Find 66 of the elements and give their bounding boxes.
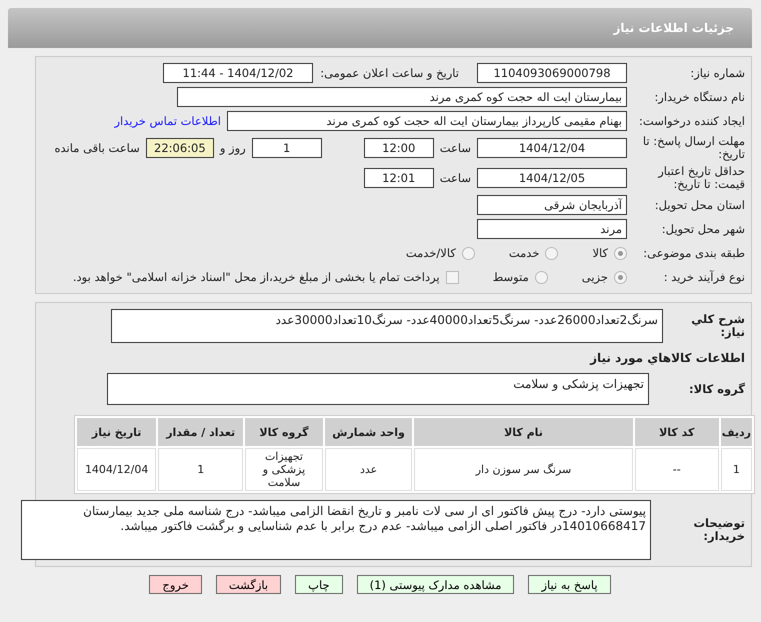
column-header: کد کالا xyxy=(634,418,719,446)
radio-button[interactable] xyxy=(614,270,627,284)
days-label: روز و xyxy=(220,141,246,155)
time-field[interactable]: 12:00 xyxy=(364,138,434,158)
table-cell: 1404/12/04 xyxy=(77,448,156,491)
time-label: ساعت xyxy=(440,141,471,155)
table-cell: 1 xyxy=(158,448,244,491)
checkbox-label: پرداخت تمام یا بخشی از مبلغ خرید،از محل "اسناد خزانه اسلامی" خواهد بود. xyxy=(72,270,440,284)
notes-field[interactable]: پیوستی دارد- درج پیش فاکتور ای ار سی لات نامبر و تاریخ انقضا الزامی میباشد- درج شناسه ملی جدید بیمارستان 14010668417در فاکتور اصلی الزامی میباشد- عدم درج برابر با عدم شناسایی و برگشت فاکتور میباشد. xyxy=(21,500,651,560)
table-cell: عدد xyxy=(324,448,412,491)
column-header: ردیف xyxy=(720,418,752,446)
time-field[interactable]: 12:01 xyxy=(364,168,434,188)
action-button[interactable]: بازگشت xyxy=(216,575,282,594)
radio-button[interactable] xyxy=(534,270,548,284)
days-field[interactable]: 1 xyxy=(252,138,322,158)
field-label: استان محل تحویل: xyxy=(654,198,745,212)
radio-label: متوسط xyxy=(492,270,529,284)
date-field[interactable]: 1404/12/04 xyxy=(477,138,627,158)
column-header: گروه کالا xyxy=(245,418,323,446)
table-cell: -- xyxy=(634,448,719,491)
time-label: ساعت xyxy=(440,171,471,185)
date-field[interactable]: 1404/12/05 xyxy=(477,168,627,188)
radio-button[interactable] xyxy=(545,246,558,260)
action-button[interactable]: چاپ xyxy=(295,575,343,594)
action-button[interactable]: خروج xyxy=(149,575,202,594)
province-field[interactable]: آذربایجان شرقی xyxy=(477,195,627,215)
field-label: حداقل تاریخ اعتبار قیمت: تا تاریخ: xyxy=(656,165,745,191)
field-label: طبقه بندی موضوعی: xyxy=(642,246,745,260)
radio-label: خدمت xyxy=(508,246,540,260)
city-field[interactable]: مرند xyxy=(477,219,627,239)
table-cell: تجهیزات پزشکی و سلامت xyxy=(245,448,323,491)
field-label: تاریخ و ساعت اعلان عمومی: xyxy=(319,66,459,80)
field-label: ایجاد کننده درخواست: xyxy=(638,114,745,128)
buyer-field[interactable]: بیمارستان ایت اله حجت کوه کمری مرند xyxy=(177,87,627,107)
page-title: جزئیات اطلاعات نیاز xyxy=(613,21,734,35)
column-header: تعداد / مقدار xyxy=(158,418,244,446)
announce-date-field[interactable]: 1404/12/02 - 11:44 xyxy=(163,63,313,83)
radio-label: جزیی xyxy=(582,270,608,284)
summary-field[interactable]: سرنگ2تعداد26000عدد- سرنگ5تعداد40000عدد- سرنگ10تعداد30000عدد xyxy=(111,309,663,343)
remaining-label: ساعت باقی مانده xyxy=(54,141,140,155)
field-label: شماره نیاز: xyxy=(689,66,745,80)
action-button[interactable]: پاسخ به نیاز xyxy=(528,575,611,594)
creator-field[interactable]: بهنام مقیمی کارپرداز بیمارستان ایت اله حجت کوه کمری مرند xyxy=(227,111,627,131)
remaining-time-field: 22:06:05 xyxy=(146,138,214,158)
column-header: نام کالا xyxy=(414,418,633,446)
field-label: توضیحات خریدار: xyxy=(692,517,745,543)
radio-button[interactable] xyxy=(614,246,627,260)
table-cell: 1 xyxy=(720,448,752,491)
action-button[interactable]: مشاهده مدارک پیوستی (1) xyxy=(356,575,514,594)
radio-label: کالا xyxy=(592,246,608,260)
field-label: نام دستگاه خریدار: xyxy=(653,90,745,104)
field-label: نوع فرآیند خرید : xyxy=(662,270,745,284)
table-cell: سرنگ سر سوزن دار xyxy=(414,448,633,491)
field-label: شرح کلي نياز: xyxy=(690,313,745,339)
goods-group-field[interactable]: تجهیزات پزشکی و سلامت xyxy=(107,373,649,405)
column-header: تاریخ نیاز xyxy=(77,418,156,446)
field-label: مهلت ارسال پاسخ: تا تاریخ: xyxy=(642,135,745,161)
radio-label: کالا/خدمت xyxy=(406,246,456,260)
section-heading: اطلاعات کالاهاي مورد نياز xyxy=(588,350,745,367)
checkbox[interactable] xyxy=(446,270,459,284)
contact-link[interactable]: اطلاعات تماس خریدار xyxy=(114,114,221,128)
column-header: واحد شمارش xyxy=(324,418,412,446)
field-label: گروه کالا: xyxy=(688,382,745,396)
radio-button[interactable] xyxy=(462,246,475,260)
field-label: شهر محل تحویل: xyxy=(660,222,745,236)
need-number-field[interactable]: 1104093069000798 xyxy=(477,63,627,83)
